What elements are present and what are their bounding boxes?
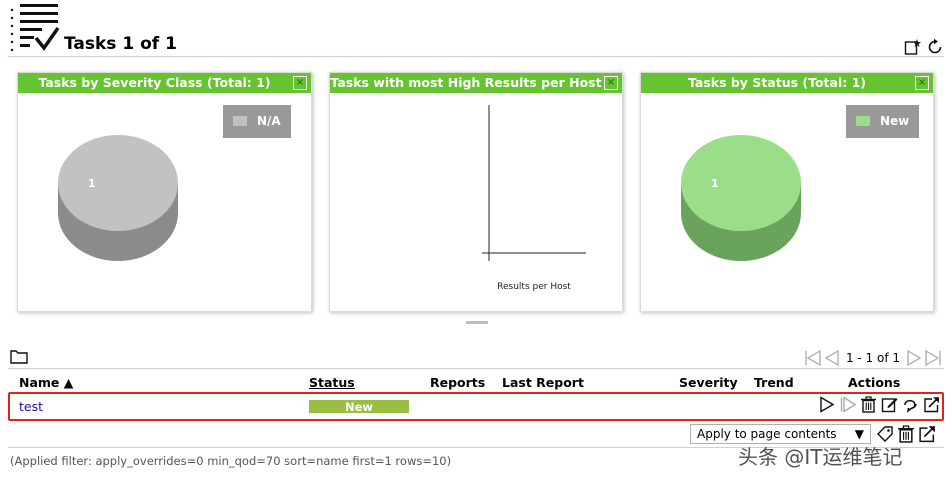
close-icon[interactable]: × xyxy=(915,76,929,90)
bar-chart: Results per Host xyxy=(482,105,586,292)
legend-swatch xyxy=(233,116,247,126)
new-task-icon[interactable] xyxy=(904,38,922,56)
column-header-trend[interactable]: Trend xyxy=(754,375,794,390)
table-top-divider xyxy=(8,368,944,369)
column-header-severity[interactable]: Severity xyxy=(679,375,738,390)
export-icon[interactable] xyxy=(923,396,940,413)
header-divider xyxy=(8,56,944,57)
x-axis-label: Results per Host xyxy=(497,282,571,292)
start-icon[interactable] xyxy=(818,396,835,413)
status-badge: New xyxy=(309,400,409,414)
column-header-reports[interactable]: Reports xyxy=(430,375,485,390)
chart-legend: New xyxy=(846,105,920,138)
refresh-icon[interactable] xyxy=(926,38,944,56)
panel-high-results-per-host: Tasks with most High Results per Host × … xyxy=(329,72,623,312)
column-header-actions: Actions xyxy=(848,375,901,390)
pagination: 1 - 1 of 1 xyxy=(804,349,942,367)
panel-title: Tasks by Status (Total: 1) xyxy=(641,73,933,93)
pager-text: 1 - 1 of 1 xyxy=(845,351,900,365)
panel-severity-class: Tasks by Severity Class (Total: 1) × N/A… xyxy=(17,72,312,312)
close-icon[interactable]: × xyxy=(604,76,618,90)
column-header-last-report[interactable]: Last Report xyxy=(502,375,584,390)
column-header-name[interactable]: Name ▲ xyxy=(19,375,73,390)
folder-icon[interactable] xyxy=(10,348,28,364)
task-name-link[interactable]: test xyxy=(19,399,43,414)
clone-icon[interactable] xyxy=(902,396,919,413)
legend-label: N/A xyxy=(257,114,281,128)
row-actions xyxy=(818,396,940,413)
panel-title: Tasks with most High Results per Host xyxy=(330,73,622,93)
previous-page-icon[interactable] xyxy=(824,350,840,366)
pie-slice-label: 1 xyxy=(88,177,96,190)
legend-swatch xyxy=(856,116,870,126)
resume-icon[interactable] xyxy=(839,396,856,413)
column-header-status[interactable]: Status xyxy=(309,375,355,390)
applied-filter-text: (Applied filter: apply_overrides=0 min_q… xyxy=(10,454,452,468)
trash-icon[interactable] xyxy=(860,396,877,413)
panel-title: Tasks by Severity Class (Total: 1) xyxy=(18,73,311,93)
page-title: Tasks 1 of 1 xyxy=(64,34,177,54)
next-page-icon[interactable] xyxy=(906,350,922,366)
last-page-icon[interactable] xyxy=(924,350,942,366)
pie-chart: 1 xyxy=(681,135,801,261)
legend-label: New xyxy=(880,114,910,128)
pie-slice-label: 1 xyxy=(711,177,719,190)
watermark: 头条 @IT运维笔记 xyxy=(738,445,903,469)
edit-icon[interactable] xyxy=(881,396,898,413)
panel-status: Tasks by Status (Total: 1) × New 1 xyxy=(640,72,934,312)
chart-legend: N/A xyxy=(223,105,291,138)
dashboard-resize-handle[interactable] xyxy=(466,321,488,324)
pie-slice-na[interactable] xyxy=(58,135,178,231)
table-row-highlight xyxy=(8,392,944,421)
close-icon[interactable]: × xyxy=(293,76,307,90)
task-list-icon xyxy=(10,4,60,52)
pie-chart: 1 xyxy=(58,135,178,261)
pie-slice-new[interactable] xyxy=(681,135,801,231)
first-page-icon[interactable] xyxy=(804,350,822,366)
export-icon[interactable] xyxy=(918,425,936,443)
